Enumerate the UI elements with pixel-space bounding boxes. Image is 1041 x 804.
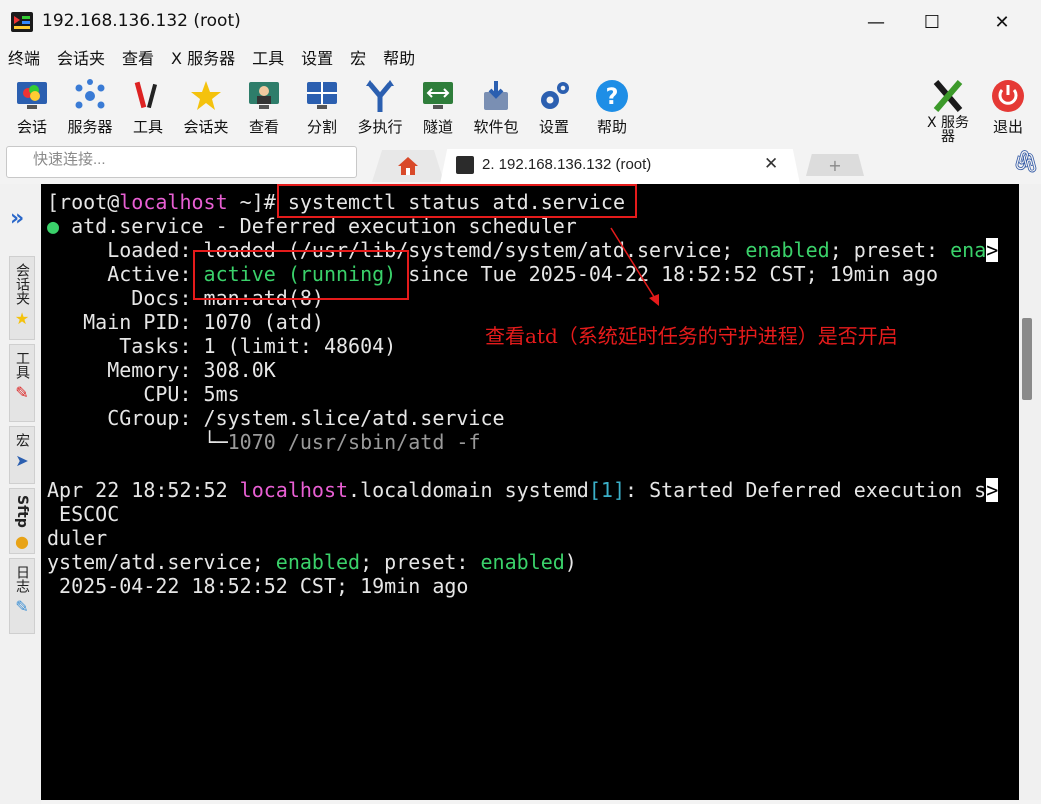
menu-view[interactable]: 查看	[114, 46, 163, 72]
servers-button[interactable]: 服务器	[60, 78, 120, 137]
terminal-line: └─1070 /usr/sbin/atd -f	[47, 430, 481, 454]
terminal-line: CPU: 5ms	[47, 382, 240, 406]
maximize-button[interactable]: ☐	[908, 0, 956, 44]
tunneling-button[interactable]: 隧道	[408, 78, 468, 137]
home-icon	[398, 157, 418, 175]
command-highlight-box	[277, 184, 637, 218]
minimize-button[interactable]: —	[852, 0, 900, 44]
toolbar: 会话 服务器 工具 会话夹 查看 分割 多执行 隧道 软件包 设置 ? 帮助 X…	[0, 74, 1041, 144]
sidebar-tab-sftp[interactable]: Sftp ●	[9, 488, 35, 554]
sidebar-tab-tools[interactable]: 工具 ✎	[9, 344, 35, 422]
terminal-line: Apr 22 18:52:52 localhost.localdomain sy…	[47, 478, 999, 502]
expand-sidebar-icon[interactable]: »	[10, 206, 24, 231]
split-icon	[307, 82, 337, 109]
star-icon: ★	[14, 309, 30, 328]
terminal-line: Memory: 308.0K	[47, 358, 276, 382]
star-icon	[191, 81, 221, 110]
servers-icon	[75, 79, 105, 109]
tools-button[interactable]: 工具	[118, 78, 178, 137]
annotation-arrow-icon	[610, 227, 659, 306]
view-user-icon	[249, 82, 279, 109]
paper-plane-icon: ➤	[15, 451, 29, 470]
scrollbar-thumb[interactable]	[1022, 318, 1032, 400]
terminal-scrollbar[interactable]	[1019, 184, 1041, 800]
active-highlight-box	[193, 250, 409, 300]
sftp-icon: ●	[15, 531, 29, 551]
svg-text:?: ?	[606, 85, 619, 110]
split-button[interactable]: 分割	[292, 78, 352, 137]
window-title: 192.168.136.132 (root)	[42, 11, 241, 31]
help-question-icon: ?	[596, 80, 628, 112]
packages-button[interactable]: 软件包	[466, 78, 526, 137]
terminal-line: ESCOC	[47, 502, 120, 526]
menu-sessions[interactable]: 会话夹	[49, 46, 114, 72]
title-bar: 192.168.136.132 (root) — ☐ ✕	[0, 0, 1041, 44]
tools-icon	[134, 81, 158, 109]
sidebar-tab-sessions[interactable]: 会话夹 ★	[9, 256, 35, 340]
close-window-button[interactable]: ✕	[978, 0, 1026, 44]
terminal-line: Tasks: 1 (limit: 48604)	[47, 334, 397, 358]
gear-icon	[541, 82, 569, 109]
menu-xserver[interactable]: X 服务器	[163, 46, 244, 72]
menu-help[interactable]: 帮助	[375, 46, 424, 72]
multiexec-fork-icon	[366, 80, 394, 112]
new-tab-button[interactable]: +	[806, 154, 864, 176]
power-icon	[992, 80, 1024, 112]
terminal-line: CGroup: /system.slice/atd.service	[47, 406, 505, 430]
home-tab[interactable]	[372, 150, 444, 182]
terminal-line: Main PID: 1070 (atd)	[47, 310, 324, 334]
xserver-button[interactable]: X 服务 器	[918, 78, 978, 144]
mobaxterm-app-icon	[11, 12, 33, 32]
monitor-session-icon	[17, 82, 47, 109]
terminal-line: duler	[47, 526, 108, 550]
tab-session-192-168-136-132[interactable]: 2. 192.168.136.132 (root) ✕	[440, 149, 800, 184]
terminal-line: Active: active (running) since Tue 2025-…	[47, 262, 939, 286]
terminal-screen[interactable]: [root@localhost ~]# systemctl status atd…	[41, 184, 1019, 800]
terminal-line: 2025-04-22 18:52:52 CST; 19min ago	[47, 574, 469, 598]
exit-button[interactable]: 退出	[978, 78, 1038, 137]
sessions-button[interactable]: 会话夹	[176, 78, 236, 137]
tunneling-icon	[423, 82, 453, 109]
close-tab-button[interactable]: ✕	[764, 154, 778, 174]
sidebar-tab-macros[interactable]: 宏 ➤	[9, 426, 35, 484]
multiexec-button[interactable]: 多执行	[350, 78, 410, 137]
xserver-icon	[933, 80, 963, 112]
menu-bar: 终端 会话夹 查看 X 服务器 工具 设置 宏 帮助	[0, 46, 1041, 72]
menu-settings[interactable]: 设置	[293, 46, 342, 72]
view-button[interactable]: 查看	[234, 78, 294, 137]
status-dot-icon: ●	[47, 214, 60, 238]
terminal-tab-icon	[456, 156, 474, 174]
quick-connect-box	[6, 146, 357, 178]
menu-macros[interactable]: 宏	[342, 46, 375, 72]
tools-icon: ✎	[15, 383, 29, 402]
notepad-icon: ✎	[15, 597, 29, 616]
terminal-line: ystem/atd.service; enabled; preset: enab…	[47, 550, 577, 574]
quick-connect-input[interactable]	[7, 147, 353, 168]
help-button[interactable]: ? 帮助	[582, 78, 642, 137]
menu-tools[interactable]: 工具	[244, 46, 293, 72]
settings-button[interactable]: 设置	[524, 78, 584, 137]
left-sidebar: » 会话夹 ★ 工具 ✎ 宏 ➤ Sftp ● 日志 ✎	[0, 184, 41, 804]
terminal-line: Loaded: loaded (/usr/lib/systemd/system/…	[47, 238, 999, 262]
annotation-text: 查看atd（系统延时任务的守护进程）是否开启	[485, 324, 898, 348]
packages-icon	[484, 81, 508, 110]
paperclip-icon[interactable]: 🖇	[1012, 150, 1040, 175]
session-button[interactable]: 会话	[2, 78, 62, 137]
menu-terminal[interactable]: 终端	[0, 46, 49, 72]
sidebar-tab-log[interactable]: 日志 ✎	[9, 558, 35, 634]
